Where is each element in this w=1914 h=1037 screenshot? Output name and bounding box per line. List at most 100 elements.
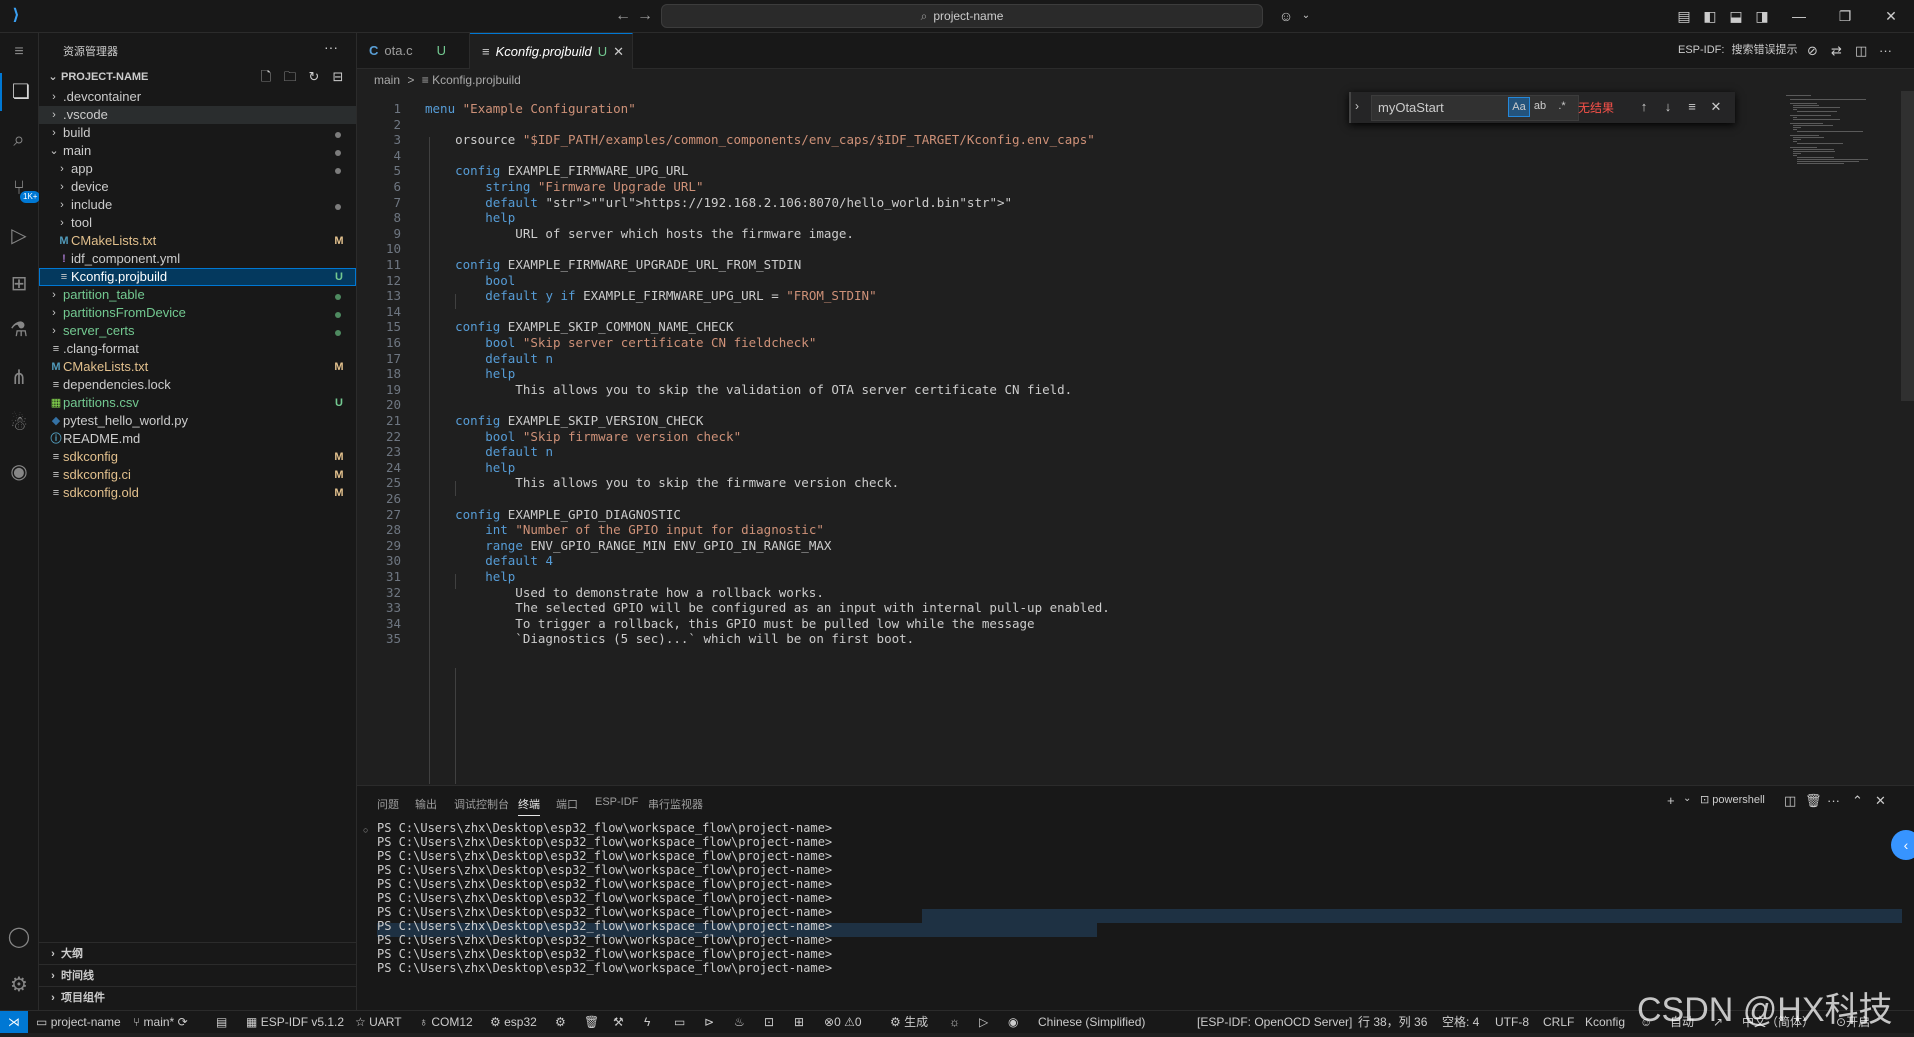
terminal-icon[interactable]: ⊡: [764, 1011, 774, 1033]
more-actions-icon[interactable]: ···: [1827, 793, 1840, 808]
espressif-icon[interactable]: ⋔: [0, 359, 38, 397]
refresh-icon[interactable]: ↻: [302, 66, 326, 88]
breadcrumb-file[interactable]: Kconfig.projbuild: [432, 73, 521, 87]
tree-item[interactable]: › app: [39, 160, 356, 178]
menuconfig-icon[interactable]: ⚙: [555, 1011, 566, 1033]
status-project[interactable]: ▭ project-name: [36, 1011, 121, 1033]
whole-word-toggle[interactable]: ab: [1530, 97, 1550, 115]
tree-item[interactable]: ◆ pytest_hello_world.py: [39, 412, 356, 430]
toggle-secondary-sidebar-icon[interactable]: ◨: [1751, 5, 1773, 27]
project-components-section[interactable]: › 项目组件: [39, 986, 356, 1009]
flash-icon[interactable]: ϟ: [644, 1011, 650, 1033]
tree-item[interactable]: ≡ sdkconfig M: [39, 448, 356, 466]
tab-kconfig-projbuild[interactable]: ≡ Kconfig.projbuild U ✕: [470, 33, 633, 69]
panel-tab[interactable]: 调试控制台: [454, 796, 509, 812]
breadcrumb-folder[interactable]: main: [374, 73, 400, 87]
status-language-mode[interactable]: Kconfig: [1585, 1011, 1625, 1033]
status-indentation[interactable]: 空格: 4: [1442, 1011, 1479, 1033]
copilot-icon[interactable]: ☺: [1275, 5, 1297, 27]
tree-item[interactable]: › tool: [39, 214, 356, 232]
code-editor[interactable]: 1 menu "Example Configuration" 2 3 orsource…: [357, 91, 1914, 784]
esp-idf-explorer-icon[interactable]: ◉: [0, 453, 38, 491]
build-wrench-icon[interactable]: ⚒: [613, 1011, 624, 1033]
chevron-down-icon[interactable]: ⌄: [1295, 5, 1317, 27]
panel-tab[interactable]: 终端: [518, 796, 540, 816]
close-tab-icon[interactable]: ✕: [613, 44, 624, 59]
project-section-header[interactable]: ⌄ PROJECT-NAME 🗋 🗀 ↻ ⊟: [39, 66, 356, 88]
status-database-icon[interactable]: ▤: [216, 1011, 227, 1033]
new-folder-icon[interactable]: 🗀: [278, 66, 302, 88]
tree-item[interactable]: › device: [39, 178, 356, 196]
match-case-toggle[interactable]: Aa: [1508, 97, 1530, 117]
status-eol[interactable]: CRLF: [1543, 1011, 1574, 1033]
restore-button[interactable]: ❐: [1822, 0, 1868, 32]
menu-icon[interactable]: ≡: [0, 33, 38, 71]
esp-idf-action[interactable]: ESP-IDF: 搜索错误提示: [1678, 33, 1798, 68]
tree-item[interactable]: › partition_table: [39, 286, 356, 304]
status-openocd[interactable]: [ESP-IDF: OpenOCD Server]: [1197, 1011, 1352, 1033]
tree-item[interactable]: ≡ sdkconfig.ci M: [39, 466, 356, 484]
tree-item[interactable]: ⌄ main: [39, 142, 356, 160]
timeline-section[interactable]: › 时间线: [39, 964, 356, 987]
explorer-icon[interactable]: ❏: [0, 73, 40, 111]
monitor-icon[interactable]: ▭: [674, 1011, 685, 1033]
tree-item[interactable]: M CMakeLists.txt M: [39, 232, 356, 250]
account-icon[interactable]: ◯: [0, 918, 38, 956]
extensions-icon[interactable]: ⊞: [0, 265, 38, 303]
toggle-sidebar-icon[interactable]: ◧: [1699, 5, 1721, 27]
panel-tab[interactable]: 串行监视器: [648, 796, 703, 812]
source-control-icon[interactable]: ⑂ 1K+: [0, 169, 41, 207]
status-problems[interactable]: ⊗0 ⚠0: [824, 1011, 862, 1033]
status-idf-version[interactable]: ▦ ESP-IDF v5.1.2: [246, 1011, 344, 1033]
outline-section[interactable]: › 大纲: [39, 942, 356, 965]
eye-icon[interactable]: ◉: [1008, 1011, 1018, 1033]
remote-icon[interactable]: ⋊: [0, 1011, 28, 1033]
tree-item[interactable]: ! idf_component.yml: [39, 250, 356, 268]
status-encoding[interactable]: UTF-8: [1495, 1011, 1529, 1033]
tree-item[interactable]: ▦ partitions.csv U: [39, 394, 356, 412]
close-window-button[interactable]: ✕: [1868, 0, 1914, 32]
flame-icon[interactable]: ♨: [734, 1011, 745, 1033]
tree-item[interactable]: M CMakeLists.txt M: [39, 358, 356, 376]
panel-tab[interactable]: ESP-IDF: [595, 796, 638, 808]
tree-item[interactable]: › include: [39, 196, 356, 214]
more-actions-icon[interactable]: ···: [324, 39, 338, 55]
tree-item[interactable]: › .devcontainer: [39, 88, 356, 106]
previous-match-icon[interactable]: ↑: [1634, 97, 1654, 117]
debug-icon[interactable]: ⊳: [704, 1011, 714, 1033]
more-actions-icon[interactable]: ···: [1879, 33, 1892, 68]
editor-scrollbar[interactable]: [1901, 91, 1914, 401]
command-center-search[interactable]: ⌕ project-name: [661, 4, 1263, 28]
new-terminal-icon[interactable]: +: [1667, 793, 1675, 808]
tree-item[interactable]: ⓘ README.md: [39, 430, 356, 448]
run-debug-icon[interactable]: ▷: [0, 217, 38, 255]
customize-layout-icon[interactable]: ▤: [1673, 5, 1695, 27]
minimize-button[interactable]: —: [1776, 0, 1822, 32]
tree-item[interactable]: ≡ Kconfig.projbuild U: [39, 268, 356, 286]
full-clean-icon[interactable]: 🗑: [584, 1011, 599, 1033]
panel-tab[interactable]: 端口: [556, 796, 578, 812]
search-icon[interactable]: ⌕: [0, 121, 38, 159]
toggle-panel-icon[interactable]: ⬓: [1725, 5, 1747, 27]
split-editor-icon[interactable]: ◫: [1855, 33, 1867, 68]
bug-icon[interactable]: ☼: [949, 1011, 960, 1033]
panel-tab[interactable]: 问题: [377, 796, 399, 812]
collapse-all-icon[interactable]: ⊟: [326, 66, 350, 88]
status-cursor-position[interactable]: 行 38，列 36: [1358, 1011, 1427, 1033]
trash-icon[interactable]: 🗑: [1805, 793, 1822, 809]
status-branch[interactable]: ⑂ main* ⟳: [133, 1011, 188, 1033]
status-port[interactable]: ♁ COM12: [419, 1011, 473, 1033]
eye-off-icon[interactable]: ⊘: [1807, 33, 1818, 68]
platformio-icon[interactable]: ☃: [0, 405, 38, 443]
forward-arrow-icon[interactable]: →: [634, 5, 656, 27]
status-build[interactable]: ⚙ 生成: [890, 1011, 928, 1033]
chevron-right-icon[interactable]: ›: [1355, 99, 1359, 113]
terminal-shell-item[interactable]: ⊡ powershell: [1700, 793, 1765, 806]
tree-item[interactable]: › build: [39, 124, 356, 142]
tree-item[interactable]: › .vscode: [39, 106, 356, 124]
back-arrow-icon[interactable]: ←: [612, 5, 634, 27]
status-uart[interactable]: ☆ UART: [355, 1011, 402, 1033]
close-panel-icon[interactable]: ✕: [1875, 793, 1886, 809]
tree-item[interactable]: › partitionsFromDevice: [39, 304, 356, 322]
chevron-down-icon[interactable]: ⌄: [1683, 793, 1691, 804]
